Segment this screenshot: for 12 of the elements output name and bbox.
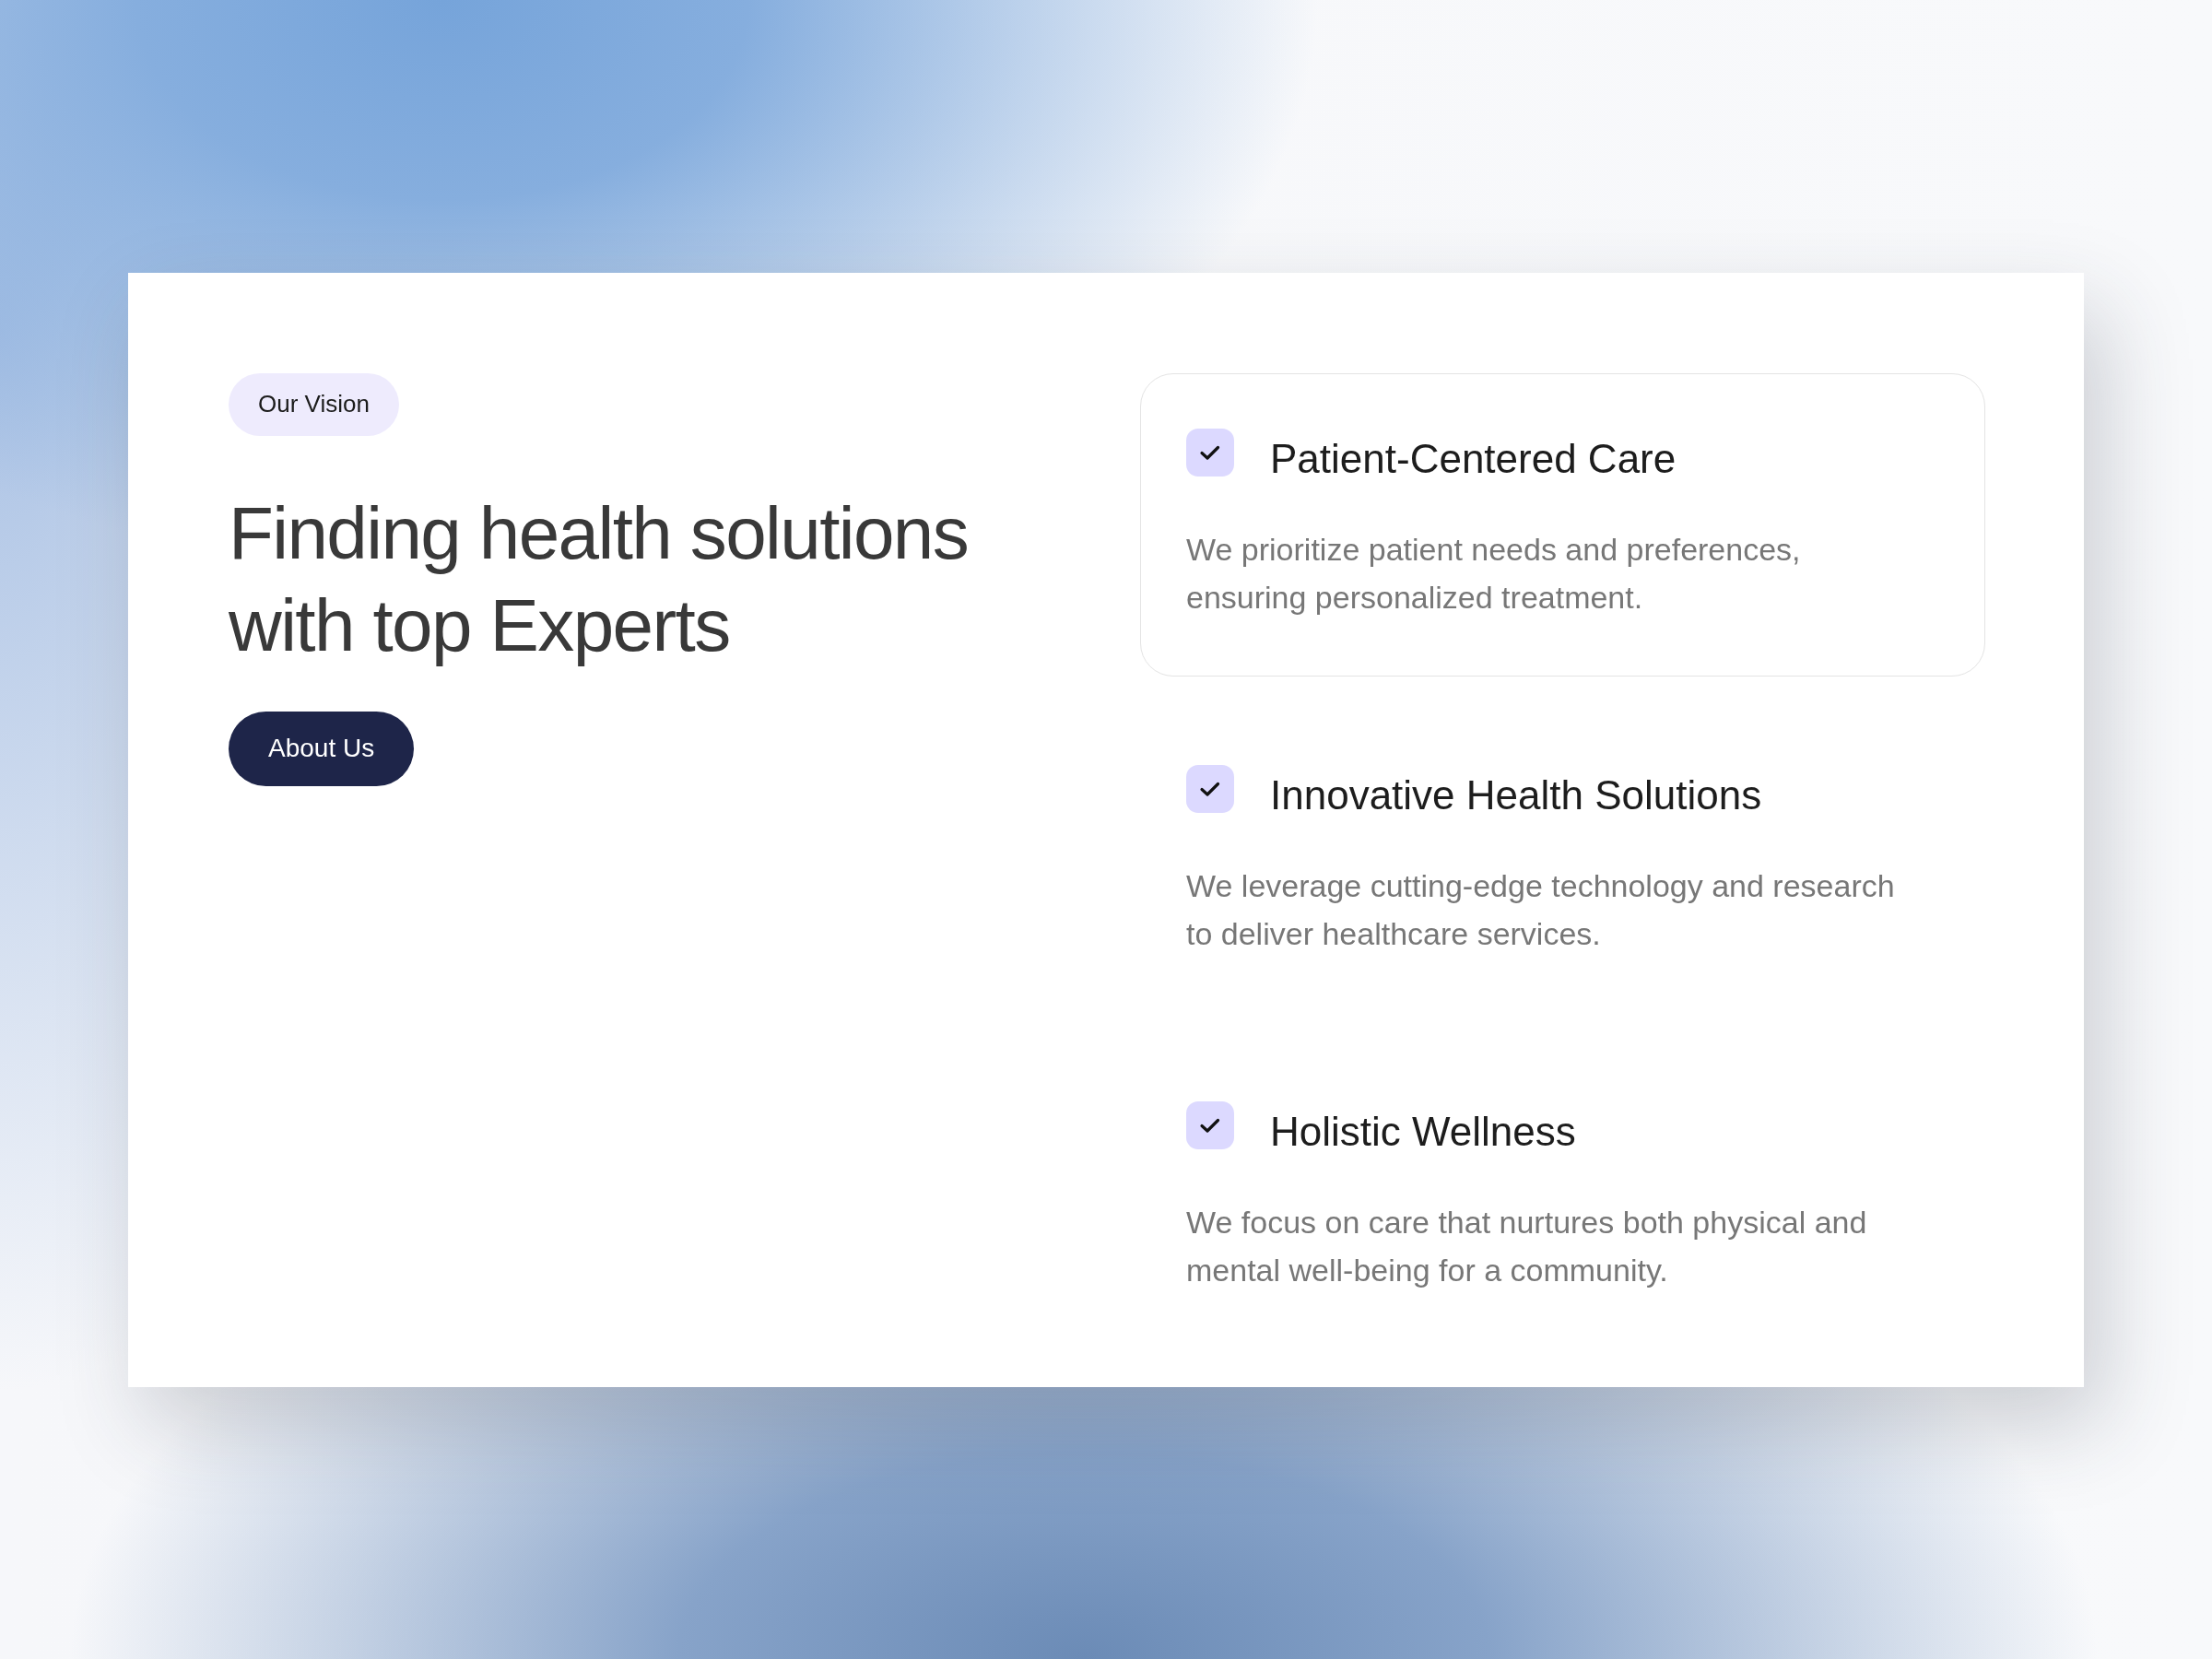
- section-heading: Finding health solutions with top Experts: [229, 490, 970, 668]
- check-icon: [1186, 428, 1234, 477]
- check-icon: [1186, 764, 1234, 813]
- feature-description: We focus on care that nurtures both physical and mental well-being for a community.: [1186, 1203, 1868, 1289]
- feature-title: Holistic Wellness: [1270, 1111, 1576, 1152]
- feature-title: Innovative Health Solutions: [1270, 774, 1762, 816]
- feature-description: We leverage cutting-edge technology and research to deliver healthcare services.: [1186, 866, 1896, 953]
- feature-description: We prioritize patient needs and preferences, ensuring personalized treatment.: [1186, 530, 1802, 617]
- about-us-button[interactable]: About Us: [229, 711, 415, 786]
- feature-title: Patient-Centered Care: [1270, 438, 1677, 479]
- check-icon: [1186, 1100, 1234, 1149]
- section-tag: Our Vision: [229, 372, 399, 436]
